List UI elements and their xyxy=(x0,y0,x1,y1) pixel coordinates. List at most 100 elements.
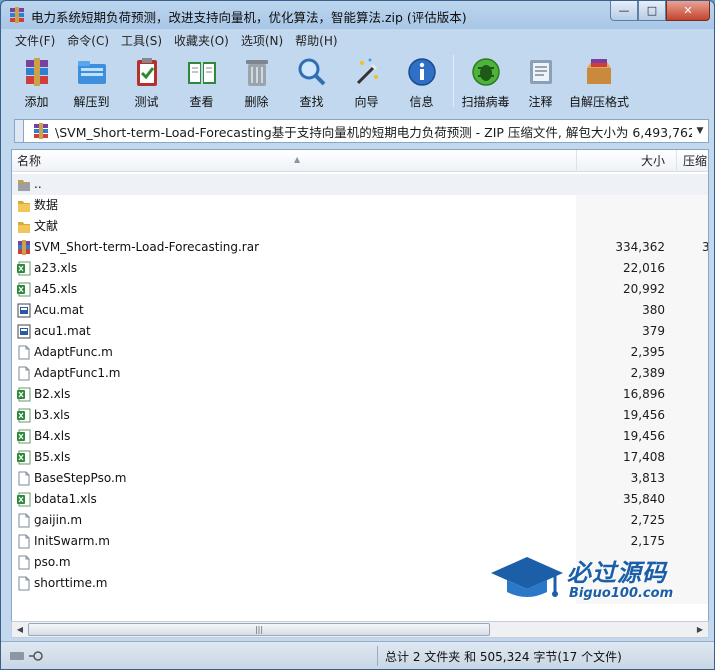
column-name-header[interactable]: 名称 ▲ xyxy=(17,150,573,172)
archive-icon xyxy=(34,123,48,139)
winrar-window: 电力系统短期负荷预测，改进支持向量机，优化算法，智能算法.zip (评估版本) … xyxy=(0,0,715,670)
file-size: 3,813 xyxy=(630,471,665,485)
magnifier-icon xyxy=(298,58,325,86)
info-label: 信息 xyxy=(409,95,434,109)
menu-options[interactable]: 选项(N) xyxy=(235,30,289,50)
scroll-left-arrow-icon[interactable]: ◀ xyxy=(12,622,28,637)
find-button[interactable]: 查找 xyxy=(284,53,339,111)
excel-file-icon xyxy=(17,408,31,423)
file-row[interactable]: a45.xls 20,992 xyxy=(12,279,708,300)
file-row[interactable]: B5.xls 17,408 xyxy=(12,447,708,468)
delete-label: 删除 xyxy=(244,95,269,109)
file-size: 380 xyxy=(642,303,665,317)
extract-folder-icon xyxy=(77,61,106,84)
file-row[interactable]: acu1.mat 379 xyxy=(12,321,708,342)
add-label: 添加 xyxy=(24,95,49,109)
file-size: 2,395 xyxy=(630,345,665,359)
file-name: B4.xls xyxy=(34,429,71,443)
file-name: .. xyxy=(34,177,42,191)
file-row[interactable]: AdaptFunc1.m 2,389 xyxy=(12,363,708,384)
scan-virus-label: 扫描病毒 xyxy=(461,95,510,109)
file-name: 文献 xyxy=(34,219,59,233)
info-icon xyxy=(407,58,436,86)
trash-icon xyxy=(245,60,268,86)
address-bar[interactable]: \SVM_Short-term-Load-Forecasting基于支持向量机的… xyxy=(23,119,709,143)
comment-label: 注释 xyxy=(528,95,553,109)
column-size-header[interactable]: 大小 xyxy=(576,150,671,172)
add-button[interactable]: 添加 xyxy=(9,53,64,111)
find-label: 查找 xyxy=(299,95,324,109)
file-name: SVM_Short-term-Load-Forecasting.rar xyxy=(34,240,260,254)
scrollbar-thumb[interactable]: ||| xyxy=(28,623,490,636)
window-title: 电力系统短期负荷预测，改进支持向量机，优化算法，智能算法.zip (评估版本) xyxy=(31,10,467,25)
title-bar[interactable]: 电力系统短期负荷预测，改进支持向量机，优化算法，智能算法.zip (评估版本) … xyxy=(1,1,714,29)
file-name: B2.xls xyxy=(34,387,71,401)
folder-icon xyxy=(17,219,31,234)
close-button[interactable]: ✕ xyxy=(666,1,710,21)
file-rows: .. 数据文献 SVM_Short-term-Load-Forecasting.ra… xyxy=(12,174,708,594)
menu-file[interactable]: 文件(F) xyxy=(9,30,61,50)
parent-folder-icon xyxy=(17,177,31,192)
file-row[interactable]: bdata1.xls 35,840 xyxy=(12,489,708,510)
extract-to-button[interactable]: 解压到 xyxy=(64,53,119,111)
clipboard-check-icon xyxy=(136,58,157,86)
text-file-icon xyxy=(17,513,31,528)
delete-button[interactable]: 删除 xyxy=(229,53,284,111)
maximize-button[interactable]: □ xyxy=(638,1,666,21)
menu-bar: 文件(F) 命令(C) 工具(S) 收藏夹(O) 选项(N) 帮助(H) xyxy=(9,30,344,50)
minimize-button[interactable]: — xyxy=(610,1,638,21)
file-name: AdaptFunc.m xyxy=(34,345,113,359)
column-header: 名称 ▲ 大小 压缩 xyxy=(12,150,708,172)
file-size: 334,362 xyxy=(615,240,665,254)
file-name: shorttime.m xyxy=(34,576,108,590)
file-row[interactable]: AdaptFunc.m 2,395 xyxy=(12,342,708,363)
file-row[interactable]: Acu.mat 380 xyxy=(12,300,708,321)
file-row[interactable]: SVM_Short-term-Load-Forecasting.rar 334,3… xyxy=(12,237,708,258)
excel-file-icon xyxy=(17,261,31,276)
text-file-icon xyxy=(17,534,31,549)
info-button[interactable]: 信息 xyxy=(394,53,449,111)
text-file-icon xyxy=(17,345,31,360)
file-size: 35,840 xyxy=(623,492,665,506)
menu-commands[interactable]: 命令(C) xyxy=(61,30,115,50)
file-row[interactable]: 文献 xyxy=(12,216,708,237)
sfx-label: 自解压格式 xyxy=(568,95,629,109)
file-size: 19,456 xyxy=(623,408,665,422)
file-row[interactable]: 数据 xyxy=(12,195,708,216)
view-button[interactable]: 查看 xyxy=(174,53,229,111)
excel-file-icon xyxy=(17,387,31,402)
scroll-right-arrow-icon[interactable]: ▶ xyxy=(692,622,708,637)
up-one-level-button[interactable] xyxy=(14,119,23,143)
file-name: bdata1.xls xyxy=(34,492,97,506)
column-packed-header[interactable]: 压缩 xyxy=(676,150,708,172)
file-name: B5.xls xyxy=(34,450,71,464)
text-file-icon xyxy=(17,555,31,570)
address-dropdown-icon[interactable]: ▼ xyxy=(692,126,708,136)
status-bar: 总计 2 文件夹 和 505,324 字节(17 个文件) xyxy=(1,641,714,669)
menu-help[interactable]: 帮助(H) xyxy=(289,30,343,50)
horizontal-scrollbar[interactable]: ◀ ||| ▶ xyxy=(11,621,709,638)
file-row[interactable]: gaijin.m 2,725 xyxy=(12,510,708,531)
file-row[interactable]: b3.xls 19,456 xyxy=(12,405,708,426)
file-row[interactable]: B2.xls 16,896 xyxy=(12,384,708,405)
menu-favorites[interactable]: 收藏夹(O) xyxy=(168,30,235,50)
file-row[interactable]: a23.xls 22,016 xyxy=(12,258,708,279)
test-button[interactable]: 测试 xyxy=(119,53,174,111)
file-row[interactable]: .. xyxy=(12,174,708,195)
bug-icon xyxy=(471,58,500,86)
file-row[interactable]: B4.xls 19,456 xyxy=(12,426,708,447)
sfx-button[interactable]: 自解压格式 xyxy=(568,53,630,111)
comment-button[interactable]: 注释 xyxy=(513,53,568,111)
view-label: 查看 xyxy=(189,95,214,109)
file-size: 17,408 xyxy=(623,450,665,464)
file-name: a45.xls xyxy=(34,282,78,296)
menu-tools[interactable]: 工具(S) xyxy=(115,30,168,50)
watermark-logo: 必过源码 Biguo100.com xyxy=(489,549,694,611)
scan-virus-button[interactable]: 扫描病毒 xyxy=(458,53,513,111)
file-size: 22,016 xyxy=(623,261,665,275)
wizard-button[interactable]: 向导 xyxy=(339,53,394,111)
file-size: 2,725 xyxy=(630,513,665,527)
file-name: Acu.mat xyxy=(34,303,84,317)
file-row[interactable]: BaseStepPso.m 3,813 xyxy=(12,468,708,489)
file-name: gaijin.m xyxy=(34,513,83,527)
